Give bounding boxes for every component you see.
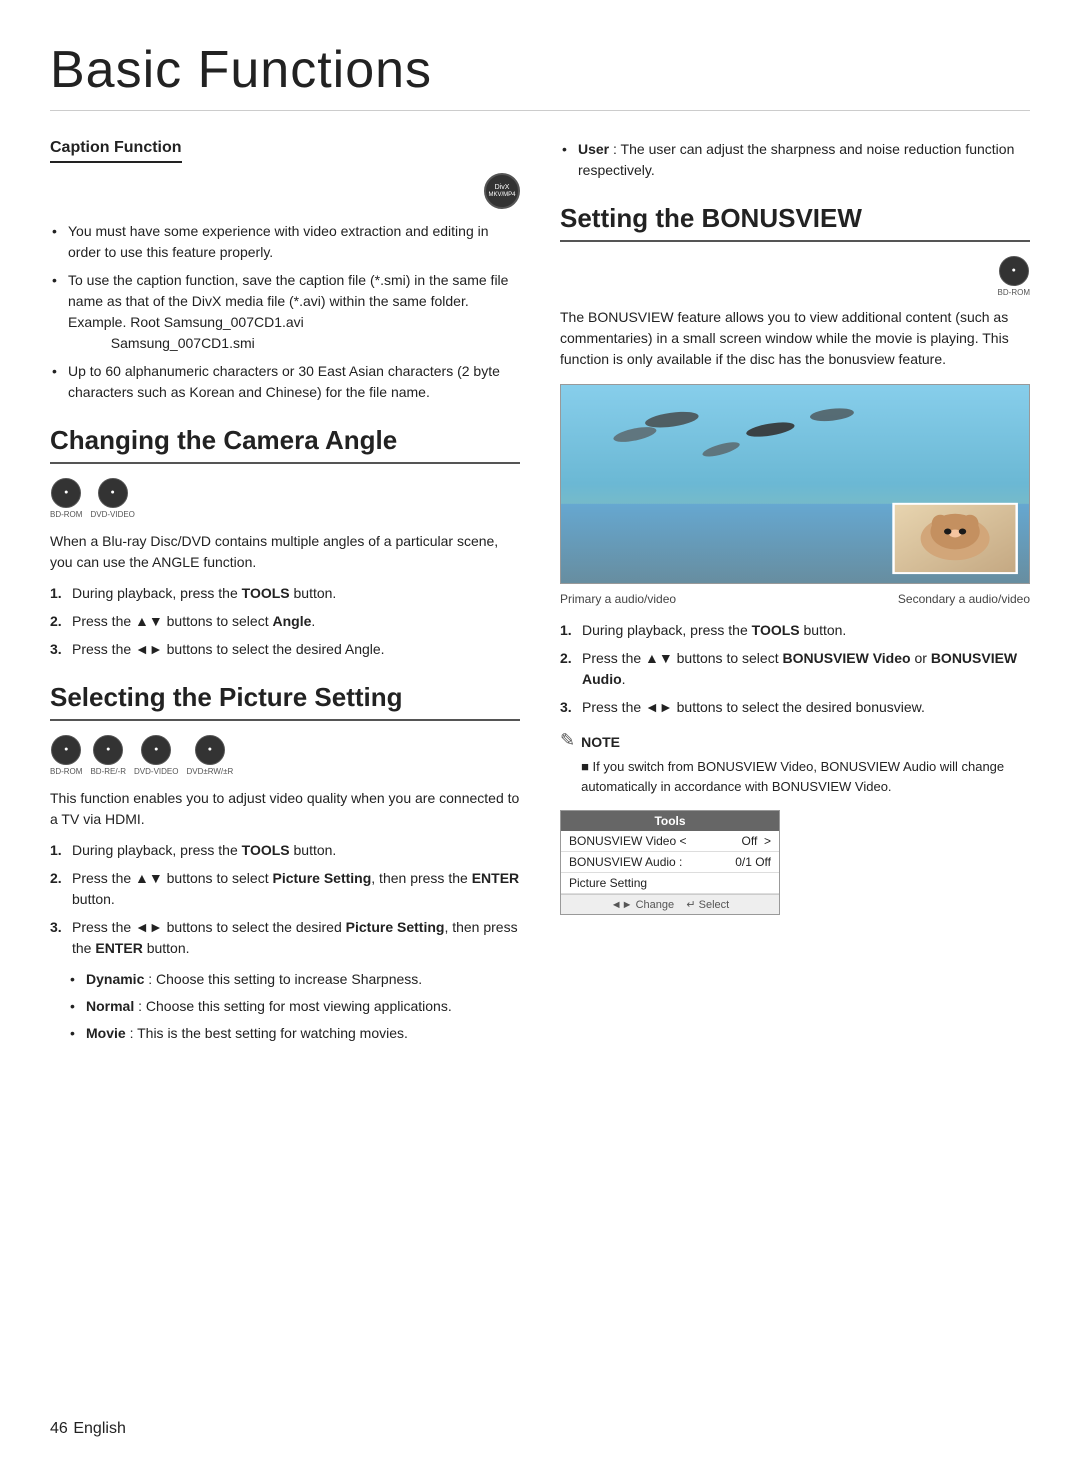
dvdrw-ps-label: DVD±RW/±R bbox=[186, 767, 233, 776]
dvdrw-badge-ps: ● DVD±RW/±R bbox=[186, 735, 233, 776]
bonusview-scene-svg bbox=[561, 385, 1029, 583]
user-bullet-section: User : The user can adjust the sharpness… bbox=[560, 139, 1030, 181]
user-bullet: User : The user can adjust the sharpness… bbox=[560, 139, 1030, 181]
caption-bullets: You must have some experience with video… bbox=[50, 221, 520, 403]
right-column: User : The user can adjust the sharpness… bbox=[560, 139, 1030, 1062]
camera-angle-badges: ● BD-ROM ● DVD-VIDEO bbox=[50, 478, 520, 519]
bonusview-section: Setting the BONUSVIEW ● BD-ROM The BONUS… bbox=[560, 203, 1030, 915]
bonusview-image bbox=[560, 384, 1030, 584]
tools-row-bonusview-video: BONUSVIEW Video < Off > bbox=[561, 831, 779, 852]
bdrom-badge-icon: ● bbox=[51, 478, 81, 508]
caption-function-section: Caption Function DivX MKV/MP4 You must h… bbox=[50, 139, 520, 403]
page-title: Basic Functions bbox=[50, 40, 1030, 111]
ps-step-3: 3.Press the ◄► buttons to select the des… bbox=[50, 917, 520, 959]
tools-row-bv-video-value: Off > bbox=[742, 834, 771, 848]
ps-movie: Movie : This is the best setting for wat… bbox=[68, 1023, 520, 1044]
ps-sub-bullets: Dynamic : Choose this setting to increas… bbox=[50, 969, 520, 1044]
bdrom-ps-label: BD-ROM bbox=[50, 767, 82, 776]
dvdvideo-ps-label: DVD-VIDEO bbox=[134, 767, 178, 776]
divx-badge: DivX MKV/MP4 bbox=[484, 173, 520, 209]
bonusview-title: Setting the BONUSVIEW bbox=[560, 203, 1030, 242]
note-box: ✎ NOTE ■ If you switch from BONUSVIEW Vi… bbox=[560, 732, 1030, 796]
bonusview-intro: The BONUSVIEW feature allows you to view… bbox=[560, 307, 1030, 370]
picture-setting-section: Selecting the Picture Setting ● BD-ROM ●… bbox=[50, 682, 520, 1044]
bdrer-ps-label: BD-RE/-R bbox=[90, 767, 126, 776]
bdrom-label: BD-ROM bbox=[50, 510, 82, 519]
bdrom-bonusview-label: BD-ROM bbox=[998, 288, 1030, 297]
tools-row-bonusview-audio: BONUSVIEW Audio : 0/1 Off bbox=[561, 852, 779, 873]
page-num-value: 46 bbox=[50, 1420, 68, 1437]
tools-row-bv-audio-label: BONUSVIEW Audio : bbox=[569, 855, 682, 869]
bdrer-ps-icon: ● bbox=[93, 735, 123, 765]
bdrom-badge-ps: ● BD-ROM bbox=[50, 735, 82, 776]
camera-angle-section: Changing the Camera Angle ● BD-ROM ● DVD… bbox=[50, 425, 520, 660]
bdrom-bonusview-badge: ● BD-ROM bbox=[998, 256, 1030, 297]
main-scene bbox=[561, 385, 1029, 583]
divx-badge-icon: DivX MKV/MP4 bbox=[484, 173, 520, 209]
primary-caption: Primary a audio/video bbox=[560, 592, 676, 606]
bv-step-1: 1.During playback, press the TOOLS butto… bbox=[560, 620, 1030, 641]
bv-step-3: 3.Press the ◄► buttons to select the des… bbox=[560, 697, 1030, 718]
picture-setting-steps: 1.During playback, press the TOOLS butto… bbox=[50, 840, 520, 959]
secondary-caption: Secondary a audio/video bbox=[898, 592, 1030, 606]
note-title: NOTE bbox=[581, 732, 1030, 753]
page-number: 46 English bbox=[50, 1416, 126, 1439]
dvdvideo-label: DVD-VIDEO bbox=[90, 510, 134, 519]
camera-angle-steps: 1.During playback, press the TOOLS butto… bbox=[50, 583, 520, 660]
bv-step-2: 2.Press the ▲▼ buttons to select BONUSVI… bbox=[560, 648, 1030, 690]
caption-function-title: Caption Function bbox=[50, 139, 182, 163]
tools-table-footer: ◄► Change ↵ Select bbox=[561, 894, 779, 914]
caption-bullet-1: You must have some experience with video… bbox=[50, 221, 520, 263]
bdrom-bonusview-icon: ● bbox=[999, 256, 1029, 286]
camera-step-1: 1.During playback, press the TOOLS butto… bbox=[50, 583, 520, 604]
tools-table-header: Tools bbox=[561, 811, 779, 831]
tools-table: Tools BONUSVIEW Video < Off > BONUSVIEW … bbox=[560, 810, 780, 915]
picture-setting-intro: This function enables you to adjust vide… bbox=[50, 788, 520, 830]
caption-bullet-3: Up to 60 alphanumeric characters or 30 E… bbox=[50, 361, 520, 403]
bonusview-steps: 1.During playback, press the TOOLS butto… bbox=[560, 620, 1030, 718]
note-icon: ✎ bbox=[560, 730, 575, 751]
picture-setting-badges: ● BD-ROM ● BD-RE/-R ● DVD-VIDEO ● DVD±RW… bbox=[50, 735, 520, 776]
bdrom-ps-icon: ● bbox=[51, 735, 81, 765]
note-text: ■ If you switch from BONUSVIEW Video, BO… bbox=[581, 757, 1030, 796]
tools-row-bv-video-label: BONUSVIEW Video < bbox=[569, 834, 687, 848]
note-content: NOTE ■ If you switch from BONUSVIEW Vide… bbox=[581, 732, 1030, 796]
left-column: Caption Function DivX MKV/MP4 You must h… bbox=[50, 139, 520, 1062]
camera-angle-title: Changing the Camera Angle bbox=[50, 425, 520, 464]
ps-step-2: 2.Press the ▲▼ buttons to select Picture… bbox=[50, 868, 520, 910]
image-caption-row: Primary a audio/video Secondary a audio/… bbox=[560, 592, 1030, 606]
ps-step-1: 1.During playback, press the TOOLS butto… bbox=[50, 840, 520, 861]
caption-badge-row: DivX MKV/MP4 bbox=[50, 173, 520, 209]
tools-row-picture-setting: Picture Setting bbox=[561, 873, 779, 894]
page-lang: English bbox=[73, 1420, 125, 1437]
dvdvideo-badge-ps: ● DVD-VIDEO bbox=[134, 735, 178, 776]
camera-angle-intro: When a Blu-ray Disc/DVD contains multipl… bbox=[50, 531, 520, 573]
dvdvideo-badge-camera: ● DVD-VIDEO bbox=[90, 478, 134, 519]
dvdvideo-ps-icon: ● bbox=[141, 735, 171, 765]
dvdvideo-badge-icon: ● bbox=[98, 478, 128, 508]
tools-row-ps-label: Picture Setting bbox=[569, 876, 647, 890]
camera-step-3: 3.Press the ◄► buttons to select the des… bbox=[50, 639, 520, 660]
bonusview-badge-row: ● BD-ROM bbox=[560, 256, 1030, 297]
picture-setting-title: Selecting the Picture Setting bbox=[50, 682, 520, 721]
caption-bullet-2: To use the caption function, save the ca… bbox=[50, 270, 520, 354]
tools-row-bv-audio-value: 0/1 Off bbox=[735, 855, 771, 869]
bdrom-badge-camera: ● BD-ROM bbox=[50, 478, 82, 519]
ps-normal: Normal : Choose this setting for most vi… bbox=[68, 996, 520, 1017]
camera-step-2: 2.Press the ▲▼ buttons to select Angle. bbox=[50, 611, 520, 632]
dvdrw-ps-icon: ● bbox=[195, 735, 225, 765]
bdrer-badge-ps: ● BD-RE/-R bbox=[90, 735, 126, 776]
ps-dynamic: Dynamic : Choose this setting to increas… bbox=[68, 969, 520, 990]
